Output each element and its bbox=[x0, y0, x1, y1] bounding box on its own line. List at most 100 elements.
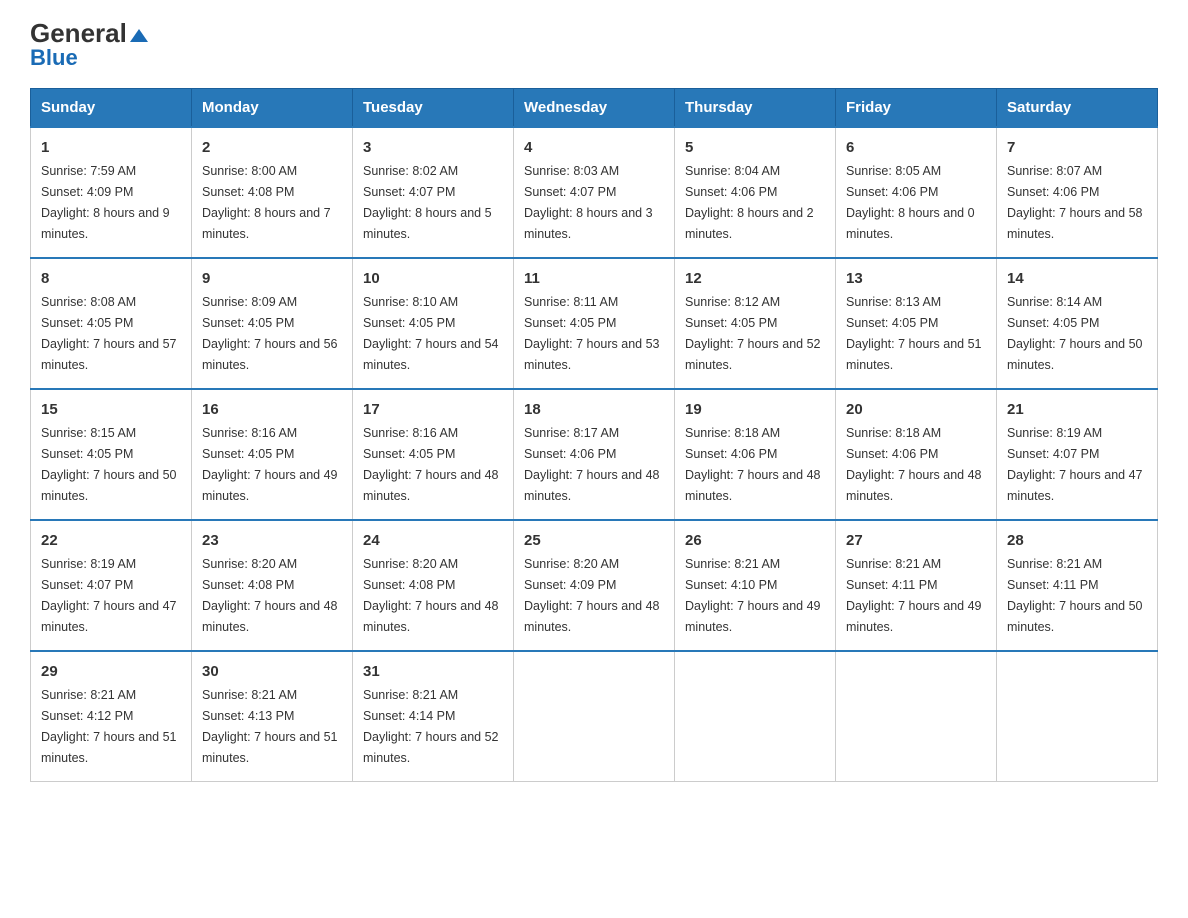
day-number: 24 bbox=[363, 529, 503, 552]
calendar-cell: 9 Sunrise: 8:09 AMSunset: 4:05 PMDaylight… bbox=[192, 258, 353, 389]
day-number: 31 bbox=[363, 660, 503, 683]
day-info: Sunrise: 7:59 AMSunset: 4:09 PMDaylight:… bbox=[41, 164, 170, 241]
day-info: Sunrise: 8:12 AMSunset: 4:05 PMDaylight:… bbox=[685, 295, 821, 372]
day-number: 21 bbox=[1007, 398, 1147, 421]
day-info: Sunrise: 8:13 AMSunset: 4:05 PMDaylight:… bbox=[846, 295, 982, 372]
calendar-week-row: 22 Sunrise: 8:19 AMSunset: 4:07 PMDayligh… bbox=[31, 520, 1158, 651]
calendar-week-row: 8 Sunrise: 8:08 AMSunset: 4:05 PMDaylight… bbox=[31, 258, 1158, 389]
calendar-cell: 16 Sunrise: 8:16 AMSunset: 4:05 PMDayligh… bbox=[192, 389, 353, 520]
weekday-header-sunday: Sunday bbox=[31, 89, 192, 128]
day-number: 5 bbox=[685, 136, 825, 159]
calendar-cell: 3 Sunrise: 8:02 AMSunset: 4:07 PMDaylight… bbox=[353, 127, 514, 258]
day-info: Sunrise: 8:20 AMSunset: 4:08 PMDaylight:… bbox=[363, 557, 499, 634]
day-number: 9 bbox=[202, 267, 342, 290]
calendar-cell: 28Sunrise: 8:21 AMSunset: 4:11 PMDayligh… bbox=[997, 520, 1158, 651]
calendar-cell: 2 Sunrise: 8:00 AMSunset: 4:08 PMDaylight… bbox=[192, 127, 353, 258]
day-number: 8 bbox=[41, 267, 181, 290]
day-info: Sunrise: 8:09 AMSunset: 4:05 PMDaylight:… bbox=[202, 295, 338, 372]
day-info: Sunrise: 8:20 AMSunset: 4:09 PMDaylight:… bbox=[524, 557, 660, 634]
calendar-cell: 20 Sunrise: 8:18 AMSunset: 4:06 PMDayligh… bbox=[836, 389, 997, 520]
day-number: 27 bbox=[846, 529, 986, 552]
day-number: 29 bbox=[41, 660, 181, 683]
day-number: 19 bbox=[685, 398, 825, 421]
day-number: 13 bbox=[846, 267, 986, 290]
day-info: Sunrise: 8:19 AMSunset: 4:07 PMDaylight:… bbox=[1007, 426, 1143, 503]
day-number: 10 bbox=[363, 267, 503, 290]
day-info: Sunrise: 8:20 AMSunset: 4:08 PMDaylight:… bbox=[202, 557, 338, 634]
day-info: Sunrise: 8:16 AMSunset: 4:05 PMDaylight:… bbox=[202, 426, 338, 503]
day-number: 11 bbox=[524, 267, 664, 290]
day-info: Sunrise: 8:02 AMSunset: 4:07 PMDaylight:… bbox=[363, 164, 492, 241]
calendar-cell: 18 Sunrise: 8:17 AMSunset: 4:06 PMDayligh… bbox=[514, 389, 675, 520]
calendar-cell bbox=[514, 651, 675, 781]
day-info: Sunrise: 8:11 AMSunset: 4:05 PMDaylight:… bbox=[524, 295, 660, 372]
day-number: 3 bbox=[363, 136, 503, 159]
day-number: 22 bbox=[41, 529, 181, 552]
day-number: 6 bbox=[846, 136, 986, 159]
calendar-cell: 10 Sunrise: 8:10 AMSunset: 4:05 PMDayligh… bbox=[353, 258, 514, 389]
day-number: 16 bbox=[202, 398, 342, 421]
day-number: 26 bbox=[685, 529, 825, 552]
calendar-table: SundayMondayTuesdayWednesdayThursdayFrid… bbox=[30, 88, 1158, 782]
calendar-cell: 27 Sunrise: 8:21 AMSunset: 4:11 PMDayligh… bbox=[836, 520, 997, 651]
calendar-cell: 14Sunrise: 8:14 AMSunset: 4:05 PMDayligh… bbox=[997, 258, 1158, 389]
weekday-header-friday: Friday bbox=[836, 89, 997, 128]
day-info: Sunrise: 8:17 AMSunset: 4:06 PMDaylight:… bbox=[524, 426, 660, 503]
calendar-cell: 11 Sunrise: 8:11 AMSunset: 4:05 PMDayligh… bbox=[514, 258, 675, 389]
calendar-cell: 6 Sunrise: 8:05 AMSunset: 4:06 PMDaylight… bbox=[836, 127, 997, 258]
logo-text-line2: Blue bbox=[30, 46, 78, 70]
calendar-cell: 31 Sunrise: 8:21 AMSunset: 4:14 PMDayligh… bbox=[353, 651, 514, 781]
day-info: Sunrise: 8:15 AMSunset: 4:05 PMDaylight:… bbox=[41, 426, 177, 503]
day-info: Sunrise: 8:18 AMSunset: 4:06 PMDaylight:… bbox=[846, 426, 982, 503]
weekday-header-thursday: Thursday bbox=[675, 89, 836, 128]
day-number: 18 bbox=[524, 398, 664, 421]
day-info: Sunrise: 8:05 AMSunset: 4:06 PMDaylight:… bbox=[846, 164, 975, 241]
day-info: Sunrise: 8:19 AMSunset: 4:07 PMDaylight:… bbox=[41, 557, 177, 634]
calendar-header-row: SundayMondayTuesdayWednesdayThursdayFrid… bbox=[31, 89, 1158, 128]
weekday-header-wednesday: Wednesday bbox=[514, 89, 675, 128]
day-info: Sunrise: 8:21 AMSunset: 4:12 PMDaylight:… bbox=[41, 688, 177, 765]
day-number: 12 bbox=[685, 267, 825, 290]
calendar-cell: 22 Sunrise: 8:19 AMSunset: 4:07 PMDayligh… bbox=[31, 520, 192, 651]
day-info: Sunrise: 8:21 AMSunset: 4:11 PMDaylight:… bbox=[1007, 557, 1143, 634]
calendar-cell: 5 Sunrise: 8:04 AMSunset: 4:06 PMDaylight… bbox=[675, 127, 836, 258]
calendar-cell: 21 Sunrise: 8:19 AMSunset: 4:07 PMDayligh… bbox=[997, 389, 1158, 520]
day-info: Sunrise: 8:03 AMSunset: 4:07 PMDaylight:… bbox=[524, 164, 653, 241]
calendar-cell: 25 Sunrise: 8:20 AMSunset: 4:09 PMDayligh… bbox=[514, 520, 675, 651]
calendar-cell: 24 Sunrise: 8:20 AMSunset: 4:08 PMDayligh… bbox=[353, 520, 514, 651]
day-number: 20 bbox=[846, 398, 986, 421]
page-header: General Blue bbox=[30, 20, 1158, 70]
day-number: 7 bbox=[1007, 136, 1147, 159]
day-info: Sunrise: 8:21 AMSunset: 4:10 PMDaylight:… bbox=[685, 557, 821, 634]
day-info: Sunrise: 8:10 AMSunset: 4:05 PMDaylight:… bbox=[363, 295, 499, 372]
day-info: Sunrise: 8:18 AMSunset: 4:06 PMDaylight:… bbox=[685, 426, 821, 503]
day-info: Sunrise: 8:00 AMSunset: 4:08 PMDaylight:… bbox=[202, 164, 331, 241]
day-info: Sunrise: 8:04 AMSunset: 4:06 PMDaylight:… bbox=[685, 164, 814, 241]
logo: General Blue bbox=[30, 20, 148, 70]
calendar-week-row: 1Sunrise: 7:59 AMSunset: 4:09 PMDaylight… bbox=[31, 127, 1158, 258]
calendar-cell: 15Sunrise: 8:15 AMSunset: 4:05 PMDayligh… bbox=[31, 389, 192, 520]
weekday-header-monday: Monday bbox=[192, 89, 353, 128]
day-info: Sunrise: 8:21 AMSunset: 4:13 PMDaylight:… bbox=[202, 688, 338, 765]
calendar-cell: 17 Sunrise: 8:16 AMSunset: 4:05 PMDayligh… bbox=[353, 389, 514, 520]
day-info: Sunrise: 8:08 AMSunset: 4:05 PMDaylight:… bbox=[41, 295, 177, 372]
calendar-cell: 1Sunrise: 7:59 AMSunset: 4:09 PMDaylight… bbox=[31, 127, 192, 258]
calendar-cell: 30Sunrise: 8:21 AMSunset: 4:13 PMDayligh… bbox=[192, 651, 353, 781]
calendar-cell: 19 Sunrise: 8:18 AMSunset: 4:06 PMDayligh… bbox=[675, 389, 836, 520]
day-info: Sunrise: 8:16 AMSunset: 4:05 PMDaylight:… bbox=[363, 426, 499, 503]
day-number: 4 bbox=[524, 136, 664, 159]
calendar-cell: 13 Sunrise: 8:13 AMSunset: 4:05 PMDayligh… bbox=[836, 258, 997, 389]
day-number: 17 bbox=[363, 398, 503, 421]
calendar-cell: 26 Sunrise: 8:21 AMSunset: 4:10 PMDayligh… bbox=[675, 520, 836, 651]
day-info: Sunrise: 8:14 AMSunset: 4:05 PMDaylight:… bbox=[1007, 295, 1143, 372]
calendar-cell: 4 Sunrise: 8:03 AMSunset: 4:07 PMDaylight… bbox=[514, 127, 675, 258]
day-info: Sunrise: 8:21 AMSunset: 4:11 PMDaylight:… bbox=[846, 557, 982, 634]
weekday-header-tuesday: Tuesday bbox=[353, 89, 514, 128]
calendar-cell bbox=[675, 651, 836, 781]
calendar-cell: 29 Sunrise: 8:21 AMSunset: 4:12 PMDayligh… bbox=[31, 651, 192, 781]
day-number: 2 bbox=[202, 136, 342, 159]
weekday-header-saturday: Saturday bbox=[997, 89, 1158, 128]
day-info: Sunrise: 8:21 AMSunset: 4:14 PMDaylight:… bbox=[363, 688, 499, 765]
calendar-week-row: 15Sunrise: 8:15 AMSunset: 4:05 PMDayligh… bbox=[31, 389, 1158, 520]
day-number: 25 bbox=[524, 529, 664, 552]
